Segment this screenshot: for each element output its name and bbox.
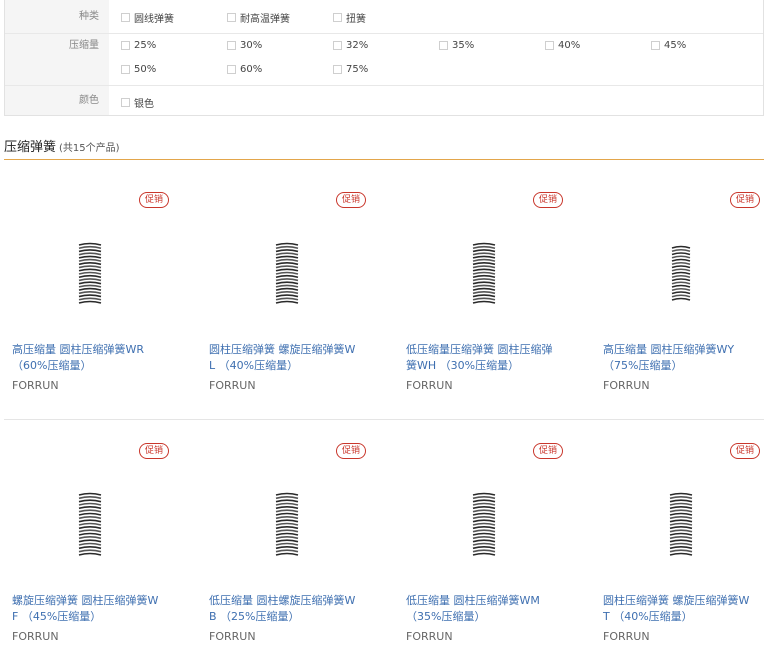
product-name-line-2[interactable]: （60%压缩量） [12, 358, 172, 374]
product-name-line-2[interactable]: T （40%压缩量） [603, 609, 763, 625]
section-title: 压缩弹簧 (共15个产品) [4, 136, 120, 155]
promo-badge: 促销 [139, 443, 169, 459]
product-name-link[interactable]: 低压缩量压缩弹簧 圆柱压缩弹 簧WH （30%压缩量） [406, 342, 566, 374]
product-name-link[interactable]: 圆柱压缩弹簧 螺旋压缩弹簧W L （40%压缩量） [209, 342, 369, 374]
checkbox[interactable] [333, 41, 342, 50]
checkbox[interactable] [227, 13, 236, 22]
checkbox[interactable] [333, 65, 342, 74]
product-name-line-2[interactable]: 簧WH （30%压缩量） [406, 358, 566, 374]
filter-row-color: 颜色 银色 [5, 85, 763, 115]
product-name-line-2[interactable]: B （25%压缩量） [209, 609, 369, 625]
filter-row-type: 种类 圆线弹簧 耐高温弹簧 扭簧 [5, 0, 763, 33]
promo-badge: 促销 [730, 192, 760, 208]
product-brand: FORRUN [12, 630, 59, 643]
filter-option-75[interactable]: 75% [333, 64, 368, 75]
spring-product-image[interactable] [669, 492, 693, 556]
checkbox[interactable] [121, 65, 130, 74]
checkbox[interactable] [121, 41, 130, 50]
checkbox[interactable] [333, 13, 342, 22]
product-brand: FORRUN [406, 379, 453, 392]
product-name-link[interactable]: 低压缩量 圆柱压缩弹簧WM （35%压缩量） [406, 593, 566, 625]
promo-badge: 促销 [336, 443, 366, 459]
product-name-line-2[interactable]: （75%压缩量） [603, 358, 763, 374]
promo-badge: 促销 [533, 443, 563, 459]
checkbox[interactable] [227, 65, 236, 74]
product-name-line-1[interactable]: 低压缩量 圆柱螺旋压缩弹簧W [209, 593, 369, 609]
filter-option-torsion[interactable]: 扭簧 [333, 10, 366, 25]
filter-option-round-wire[interactable]: 圆线弹簧 [121, 10, 174, 25]
product-name-line-1[interactable]: 圆柱压缩弹簧 螺旋压缩弹簧W [209, 342, 369, 358]
product-brand: FORRUN [209, 379, 256, 392]
spring-product-image[interactable] [472, 242, 496, 304]
product-name-link[interactable]: 低压缩量 圆柱螺旋压缩弹簧W B （25%压缩量） [209, 593, 369, 625]
product-name-line-2[interactable]: （35%压缩量） [406, 609, 566, 625]
filter-options-color: 银色 [109, 86, 763, 115]
product-name-link[interactable]: 螺旋压缩弹簧 圆柱压缩弹簧W F （45%压缩量） [12, 593, 172, 625]
filter-options-type: 圆线弹簧 耐高温弹簧 扭簧 [109, 0, 763, 33]
checkbox[interactable] [227, 41, 236, 50]
filter-option-30[interactable]: 30% [227, 40, 262, 51]
product-name-line-1[interactable]: 高压缩量 圆柱压缩弹簧WR [12, 342, 172, 358]
product-name-line-1[interactable]: 螺旋压缩弹簧 圆柱压缩弹簧W [12, 593, 172, 609]
promo-badge: 促销 [139, 192, 169, 208]
product-brand: FORRUN [603, 630, 650, 643]
section-title-text: 压缩弹簧 [4, 140, 57, 155]
product-name-line-1[interactable]: 圆柱压缩弹簧 螺旋压缩弹簧W [603, 593, 763, 609]
product-name-line-2[interactable]: F （45%压缩量） [12, 609, 172, 625]
product-brand: FORRUN [406, 630, 453, 643]
filter-label-type: 种类 [5, 0, 109, 33]
product-name-line-1[interactable]: 低压缩量 圆柱压缩弹簧WM [406, 593, 566, 609]
product-name-link[interactable]: 高压缩量 圆柱压缩弹簧WY （75%压缩量） [603, 342, 763, 374]
promo-badge: 促销 [533, 192, 563, 208]
spring-product-image[interactable] [671, 245, 691, 301]
filter-option-silver[interactable]: 银色 [121, 95, 154, 110]
product-name-line-1[interactable]: 高压缩量 圆柱压缩弹簧WY [603, 342, 763, 358]
checkbox[interactable] [121, 98, 130, 107]
filter-option-32[interactable]: 32% [333, 40, 368, 51]
filter-option-45[interactable]: 45% [651, 40, 686, 51]
filter-panel: 种类 圆线弹簧 耐高温弹簧 扭簧 压缩量 25% 30% 32% 35% 40%… [4, 0, 764, 116]
spring-product-image[interactable] [275, 492, 299, 556]
product-brand: FORRUN [12, 379, 59, 392]
product-name-line-2[interactable]: L （40%压缩量） [209, 358, 369, 374]
spring-product-image[interactable] [78, 242, 102, 304]
checkbox[interactable] [545, 41, 554, 50]
checkbox[interactable] [121, 13, 130, 22]
product-name-line-1[interactable]: 低压缩量压缩弹簧 圆柱压缩弹 [406, 342, 566, 358]
filter-options-compression: 25% 30% 32% 35% 40% 45% 50% 60% 75% [109, 34, 763, 85]
checkbox[interactable] [439, 41, 448, 50]
checkbox[interactable] [651, 41, 660, 50]
spring-product-image[interactable] [472, 492, 496, 556]
spring-product-image[interactable] [275, 242, 299, 304]
product-name-link[interactable]: 高压缩量 圆柱压缩弹簧WR （60%压缩量） [12, 342, 172, 374]
product-count: (共15个产品) [59, 143, 120, 154]
product-brand: FORRUN [209, 630, 256, 643]
product-brand: FORRUN [603, 379, 650, 392]
filter-label-color: 颜色 [5, 86, 109, 115]
filter-row-compression: 压缩量 25% 30% 32% 35% 40% 45% 50% 60% 75% [5, 33, 763, 85]
filter-label-compression: 压缩量 [5, 34, 109, 85]
spring-product-image[interactable] [78, 492, 102, 556]
section-divider [4, 159, 764, 160]
promo-badge: 促销 [336, 192, 366, 208]
filter-option-50[interactable]: 50% [121, 64, 156, 75]
product-name-link[interactable]: 圆柱压缩弹簧 螺旋压缩弹簧W T （40%压缩量） [603, 593, 763, 625]
promo-badge: 促销 [730, 443, 760, 459]
filter-option-60[interactable]: 60% [227, 64, 262, 75]
filter-option-25[interactable]: 25% [121, 40, 156, 51]
filter-option-40[interactable]: 40% [545, 40, 580, 51]
row-divider [4, 419, 764, 420]
filter-option-35[interactable]: 35% [439, 40, 474, 51]
filter-option-high-temp[interactable]: 耐高温弹簧 [227, 10, 290, 25]
